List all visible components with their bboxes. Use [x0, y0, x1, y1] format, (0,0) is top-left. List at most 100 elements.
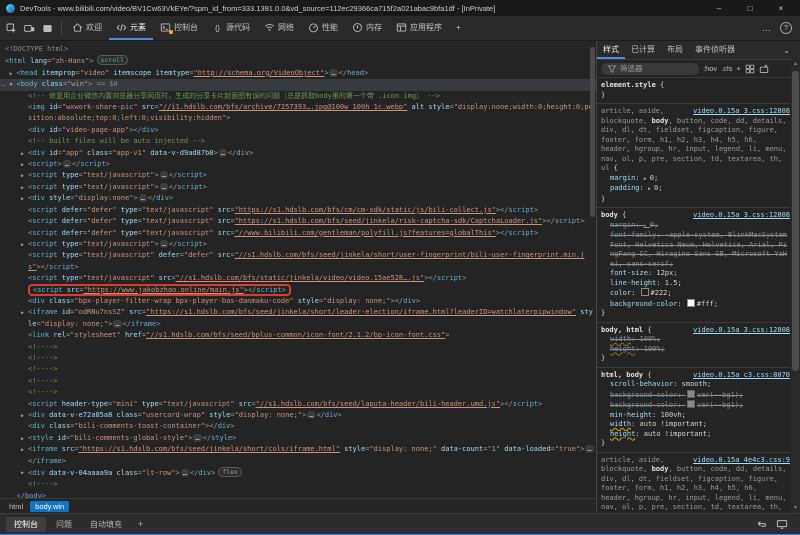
elements-scrollbar[interactable]	[589, 41, 596, 499]
drawer-tab[interactable]: 问题	[48, 517, 80, 532]
breadcrumb-item[interactable]: html	[4, 501, 28, 512]
dom-tree-row[interactable]: <!-- 修复用企业微信内置浏览器分享网页时，生成的分享卡片封面图有误的问题（总…	[0, 91, 596, 102]
rule-selector[interactable]: element.style {	[601, 81, 790, 91]
css-property[interactable]: font-family: -apple-system, BlinkMacSyst…	[601, 231, 790, 269]
css-property[interactable]: width: auto !important;	[601, 420, 790, 430]
dom-tree-row[interactable]: ▶<head itemprop="video" itemscope itemty…	[0, 68, 596, 79]
resource-link[interactable]: "//s1.hdslb.com/bfs/seed/bplus-common/ic…	[146, 331, 445, 339]
collapsed-content-ellipsis[interactable]: …	[139, 194, 147, 202]
stylesheet-source-link[interactable]: video.0.15a_3.css:12808	[693, 326, 790, 336]
stylesheet-source-link[interactable]: video.0.15a_3.css:12808	[693, 211, 790, 221]
tab-console[interactable]: 控制台	[153, 16, 205, 40]
dock-icon[interactable]	[38, 20, 56, 36]
maximize-button[interactable]: □	[737, 4, 763, 13]
css-property[interactable]: background-color: var(--bg1);	[601, 390, 790, 401]
drawer-tab[interactable]: 自动填充	[82, 517, 130, 532]
help-icon[interactable]: ?	[780, 22, 792, 34]
scroll-up-icon[interactable]: ▲	[791, 61, 800, 67]
collapsed-arrow-icon[interactable]: ▶	[21, 468, 24, 479]
element-states-icon[interactable]	[745, 64, 755, 74]
collapsed-content-ellipsis[interactable]: …	[181, 469, 189, 477]
undo-icon[interactable]	[756, 518, 768, 530]
resource-link[interactable]: "http://schema.org/VideoObject"	[194, 69, 325, 77]
dom-tree-row[interactable]: ▶<script type="text/javascript">…</scrip…	[0, 239, 596, 250]
collapsed-content-ellipsis[interactable]: …	[307, 411, 315, 419]
dom-tree-row[interactable]: ▶<script type="text/javascript">…</scrip…	[0, 170, 596, 181]
dom-tree-row[interactable]: <script type="text/javascript" src="//s1…	[0, 273, 596, 284]
collapsed-content-ellipsis[interactable]: …	[160, 183, 168, 191]
dom-tree-row[interactable]: <link rel="stylesheet" href="//s1.hdslb.…	[0, 330, 596, 341]
new-rule-plus-button[interactable]: +	[736, 64, 740, 73]
stylesheet-source-link[interactable]: video.0.15a_3.css:12808	[693, 107, 790, 117]
dom-tree-row[interactable]: <div class="bpx-player-filter-wrap bpx-p…	[0, 296, 596, 307]
device-emulation-icon[interactable]	[20, 20, 38, 36]
dom-tree-row[interactable]: ▶<div id="app" class="app-v1" data-v-d9a…	[0, 148, 596, 159]
color-swatch[interactable]	[641, 288, 649, 296]
css-property[interactable]: padding: ▶ 0;	[601, 184, 790, 195]
dom-tree-row[interactable]: ▶<iframe src="https://s1.hdslb.com/bfs/s…	[0, 444, 596, 467]
tab-application[interactable]: 应用程序	[389, 16, 449, 40]
tab-elements[interactable]: 元素	[109, 16, 153, 40]
scroll-down-icon[interactable]: ▼	[791, 505, 800, 511]
css-property[interactable]: width: 100%;	[601, 335, 790, 345]
dom-tree-row[interactable]: ▶<script type="text/javascript">…</scrip…	[0, 182, 596, 193]
color-swatch[interactable]	[687, 299, 695, 307]
resource-link[interactable]: "//s1.hdslb.com/bfs/seed/laputa-header/b…	[256, 400, 500, 408]
css-property[interactable]: margin: ▶ 0;	[601, 174, 790, 185]
collapsed-content-ellipsis[interactable]: …	[113, 320, 121, 328]
tab-more-tools[interactable]: +	[449, 16, 468, 40]
inspect-element-icon[interactable]	[2, 20, 20, 36]
dom-tree-row[interactable]: <!DOCTYPE html>	[0, 44, 596, 55]
dom-tree-row[interactable]: <script defer="defer" type="text/javascr…	[0, 228, 596, 239]
dom-tree-row[interactable]: ▶<script>…</script>	[0, 159, 596, 170]
tab-sources[interactable]: {}源代码	[205, 16, 257, 40]
minimize-button[interactable]: –	[706, 4, 732, 13]
dom-tree-row[interactable]: <div class="bili-comments-toast-containe…	[0, 421, 596, 432]
css-property[interactable]: scroll-behavior: smooth;	[601, 380, 790, 390]
css-property[interactable]: height: 100%;	[601, 345, 790, 355]
toggle-hover-state-button[interactable]: :hov	[703, 64, 717, 73]
collapsed-content-ellipsis[interactable]: …	[329, 69, 337, 77]
dom-tree-row[interactable]: <script defer="defer" type="text/javascr…	[0, 216, 596, 227]
dom-tree-row[interactable]: ▶<style id="bili-comments-global-style">…	[0, 433, 596, 444]
scrollbar-thumb[interactable]	[590, 47, 595, 217]
dom-tree-row[interactable]: <script type="text/javascript" defer="de…	[0, 250, 596, 273]
css-property[interactable]: color: #222;	[601, 288, 790, 299]
resource-link[interactable]: "//www.bilibili.com/gentleman/polyfill.j…	[235, 229, 496, 237]
dom-tree-row[interactable]: ▶<div data-v-04aaaa9a class="lt-row">…</…	[0, 467, 596, 479]
tab-performance[interactable]: 性能	[301, 16, 345, 40]
dom-tree-row[interactable]: <html lang="zh-Hans">scroll	[0, 55, 596, 67]
resource-link[interactable]: "//i1.hdslb.com/bfs/archive/7257393….jpg…	[159, 103, 408, 111]
css-property[interactable]: background-color: var(--bg1);	[601, 400, 790, 411]
close-button[interactable]: ×	[768, 4, 794, 13]
dom-tree-row[interactable]: <script src="https://www.jakobzhao.onlin…	[0, 285, 596, 296]
css-property[interactable]: min-height: 100vh;	[601, 411, 790, 421]
screencast-icon[interactable]	[776, 518, 788, 530]
collapsed-arrow-icon[interactable]: ▶	[21, 445, 24, 456]
resource-link[interactable]: "https://s1.hdslb.com/bfs/seed/jinkela/s…	[79, 445, 340, 453]
styles-tab[interactable]: 样式	[597, 41, 625, 59]
styles-scrollbar[interactable]: ▲ ▼	[791, 59, 800, 513]
collapsed-content-ellipsis[interactable]: …	[63, 160, 71, 168]
new-style-rule-icon[interactable]	[759, 64, 769, 74]
stylesheet-source-link[interactable]: video.0.15a_c3.css:8070	[693, 371, 790, 381]
drawer-tab[interactable]: 控制台	[6, 517, 46, 532]
css-property[interactable]: margin: ▶ 0;	[601, 221, 790, 232]
toggle-class-button[interactable]: .cls	[721, 64, 732, 73]
css-property[interactable]: height: auto !important;	[601, 430, 790, 440]
collapsed-content-ellipsis[interactable]: …	[160, 240, 168, 248]
css-property[interactable]: font-size: 12px;	[601, 269, 790, 279]
dom-tree-row[interactable]: <!---->	[0, 364, 596, 375]
dom-tree-row[interactable]: </body>	[0, 491, 596, 498]
dom-tree-row[interactable]: <!---->	[0, 376, 596, 387]
rule-selector[interactable]: video.0.15a_3.css:12808body, html {	[601, 326, 790, 336]
dom-tree-row[interactable]: <!-- built files will be auto injected -…	[0, 136, 596, 147]
stylesheet-source-link[interactable]: video.0.15a_4e4c3.css:9	[693, 456, 790, 466]
dom-tree-row[interactable]: <!---->	[0, 342, 596, 353]
dom-tree-row[interactable]: …▼<body class="win"> == $0	[0, 79, 596, 90]
styles-tab[interactable]: 事件侦听器	[689, 41, 741, 59]
tab-memory[interactable]: 内存	[345, 16, 389, 40]
rule-selector[interactable]: video.0.15a_4e4c3.css:9article, aside, b…	[601, 456, 790, 514]
collapsed-content-ellipsis[interactable]: …	[160, 171, 168, 179]
collapsed-content-ellipsis[interactable]: …	[193, 434, 201, 442]
